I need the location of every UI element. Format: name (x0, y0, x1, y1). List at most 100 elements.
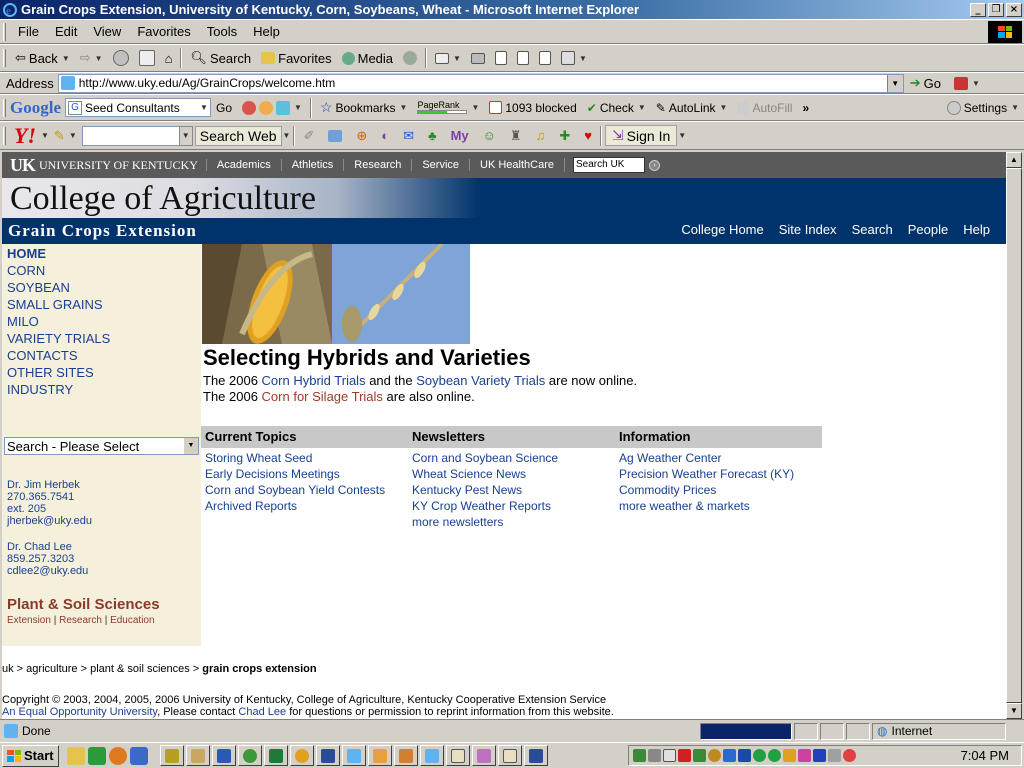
task-button[interactable] (471, 745, 496, 766)
dept-link-research[interactable]: Research (59, 615, 102, 626)
back-button[interactable]: ⇦ Back ▼ (10, 50, 75, 66)
task-button[interactable] (393, 745, 418, 766)
uk-logo[interactable]: UK (10, 155, 36, 176)
list-item[interactable]: Commodity Prices (619, 482, 794, 498)
favorites-button[interactable]: Favorites (256, 51, 336, 66)
equal-opportunity-link[interactable]: An Equal Opportunity University (2, 706, 157, 718)
go-button[interactable]: ➔ Go (910, 75, 941, 91)
mail-button[interactable]: ▼ (430, 52, 466, 64)
toolbar-overflow-button[interactable]: » (797, 101, 814, 115)
uk-search-input[interactable]: Search UK (573, 157, 646, 173)
search-button[interactable]: 🔍︎ Search (185, 50, 256, 66)
print-button[interactable] (466, 52, 490, 64)
task-button[interactable] (289, 745, 314, 766)
uk-search-go-icon[interactable]: › (649, 159, 661, 171)
task-button[interactable] (445, 745, 470, 766)
nav-people[interactable]: People (908, 222, 948, 237)
task-button[interactable] (523, 745, 548, 766)
nav-help[interactable]: Help (963, 222, 990, 237)
menu-edit[interactable]: Edit (47, 24, 85, 39)
tray-icon[interactable] (648, 749, 661, 762)
tray-icon[interactable] (738, 749, 751, 762)
sidebar-item-industry[interactable]: INDUSTRY (7, 381, 201, 398)
tray-icon[interactable] (708, 749, 721, 762)
tray-icon[interactable] (798, 749, 811, 762)
print-preview-button[interactable] (490, 51, 512, 65)
google-icons[interactable]: ▼ (237, 100, 307, 115)
autofill-button[interactable]: AutoFill (732, 100, 797, 115)
sidebar-item-corn[interactable]: CORN (7, 262, 201, 279)
list-item[interactable]: Corn and Soybean Yield Contests (205, 482, 385, 498)
address-input[interactable]: http://www.uky.edu/Ag/GrainCrops/welcome… (57, 73, 904, 93)
sidebar-item-small-grains[interactable]: SMALL GRAINS (7, 296, 201, 313)
close-button[interactable]: × (1006, 2, 1022, 17)
menu-favorites[interactable]: Favorites (129, 24, 198, 39)
start-button[interactable]: Start (2, 744, 59, 767)
dept-title[interactable]: Plant & Soil Sciences (7, 596, 160, 613)
soybean-variety-trials-link[interactable]: Soybean Variety Trials (416, 373, 545, 388)
list-item[interactable]: more weather & markets (619, 498, 794, 514)
discuss-button[interactable] (534, 51, 556, 65)
task-button[interactable] (185, 745, 210, 766)
quick-launch-icon[interactable] (108, 746, 127, 765)
list-item[interactable]: Ag Weather Center (619, 450, 794, 466)
menu-view[interactable]: View (85, 24, 129, 39)
list-item[interactable]: Early Decisions Meetings (205, 466, 385, 482)
scroll-down-icon[interactable]: ▼ (1006, 703, 1022, 719)
quick-launch-icon[interactable] (87, 746, 106, 765)
task-button[interactable] (237, 745, 262, 766)
tray-icon[interactable] (663, 749, 676, 762)
address-dropdown-icon[interactable]: ▼ (886, 74, 903, 92)
tray-icon[interactable] (723, 749, 736, 762)
task-button[interactable] (211, 745, 236, 766)
stop-button[interactable] (108, 50, 134, 66)
tray-icon[interactable] (678, 749, 691, 762)
home-button[interactable]: ⌂ (160, 51, 178, 66)
breadcrumb-agriculture[interactable]: agriculture (26, 663, 77, 675)
tray-icon[interactable] (843, 749, 856, 762)
quick-launch-icon[interactable] (66, 746, 85, 765)
tray-icon[interactable] (768, 749, 781, 762)
tray-icon[interactable] (828, 749, 841, 762)
google-settings-button[interactable]: Settings ▼ (942, 100, 1024, 115)
messenger-button[interactable]: ▼ (556, 51, 592, 65)
uk-nav-healthcare[interactable]: UK HealthCare (469, 159, 564, 171)
tray-icon[interactable] (633, 749, 646, 762)
yahoo-logo[interactable]: Y! (14, 123, 36, 149)
yahoo-search-input[interactable] (81, 125, 180, 146)
sidebar-item-variety-trials[interactable]: VARIETY TRIALS (7, 330, 201, 347)
uk-nav-service[interactable]: Service (411, 159, 469, 171)
sidebar-item-contacts[interactable]: CONTACTS (7, 347, 201, 364)
edit-button[interactable] (512, 51, 534, 65)
task-button[interactable] (419, 745, 444, 766)
task-button[interactable] (341, 745, 366, 766)
contact-email[interactable]: jherbek@uky.edu (7, 515, 92, 527)
list-item[interactable]: Precision Weather Forecast (KY) (619, 466, 794, 482)
nav-site-index[interactable]: Site Index (779, 222, 837, 237)
task-button[interactable] (497, 745, 522, 766)
history-button[interactable] (398, 51, 422, 65)
sidebar-item-other-sites[interactable]: OTHER SITES (7, 364, 201, 381)
yahoo-search-web-button[interactable]: Search Web (194, 125, 282, 146)
sidebar-item-milo[interactable]: MILO (7, 313, 201, 330)
scroll-up-icon[interactable]: ▲ (1006, 152, 1022, 168)
quick-launch-icon[interactable] (129, 746, 148, 765)
forward-button[interactable]: ⇨ ▼ (75, 50, 108, 66)
spell-check-button[interactable]: ✔ Check ▼ (582, 101, 651, 115)
tray-icon[interactable] (753, 749, 766, 762)
uk-nav-research[interactable]: Research (343, 159, 411, 171)
menu-tools[interactable]: Tools (199, 24, 245, 39)
breadcrumb-plant-soil[interactable]: plant & soil sciences (90, 663, 190, 675)
refresh-button[interactable] (134, 50, 160, 66)
sidebar-item-soybean[interactable]: SOYBEAN (7, 279, 201, 296)
corn-hybrid-trials-link[interactable]: Corn Hybrid Trials (262, 373, 366, 388)
contact-email[interactable]: cdlee2@uky.edu (7, 565, 88, 577)
nav-search[interactable]: Search (852, 222, 893, 237)
list-item[interactable]: more newsletters (412, 514, 558, 530)
yahoo-highlight-button[interactable]: ✎ ▼ (49, 128, 82, 144)
task-button[interactable] (263, 745, 288, 766)
task-button[interactable] (159, 745, 184, 766)
breadcrumb-uk[interactable]: uk (2, 663, 14, 675)
task-button[interactable] (367, 745, 392, 766)
contact-chad-lee-link[interactable]: Chad Lee (238, 706, 286, 718)
